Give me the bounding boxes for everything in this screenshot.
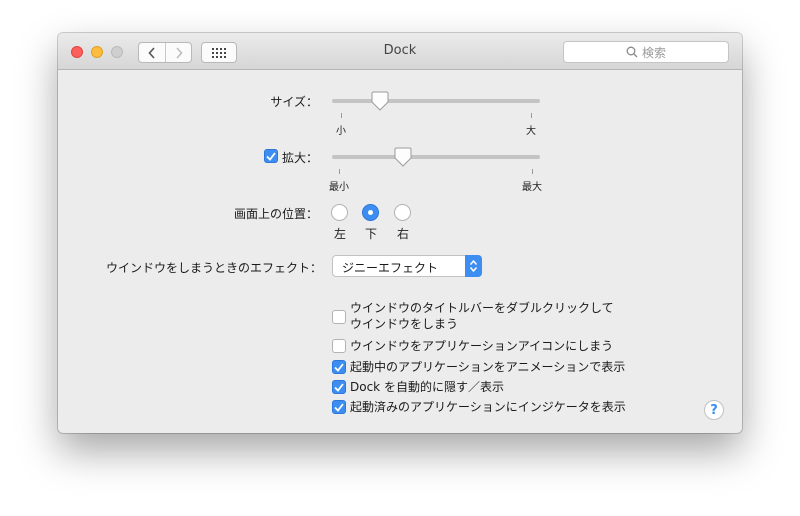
magnification-max-tick [532, 169, 533, 174]
size-min-label: 小 [336, 126, 346, 137]
search-placeholder: 検索 [641, 45, 666, 60]
popup-arrows-icon [465, 255, 482, 277]
minimize-effect-value: ジニーエフェクト [342, 261, 439, 275]
help-button[interactable]: ? [704, 400, 724, 420]
checkmark-icon [334, 382, 344, 392]
search-icon [626, 46, 638, 58]
size-min-tick [341, 113, 342, 118]
autohide-dock-checkbox[interactable] [332, 380, 346, 394]
title-bar: Dock 検索 [58, 33, 742, 70]
dock-preferences-window: Dock 検索 サイズ： 小 大 拡大： 最小 最大 画面上の位置： 左 下 右… [58, 33, 742, 433]
position-bottom-radio[interactable] [362, 204, 379, 221]
minimize-into-icon-checkbox[interactable] [332, 339, 346, 353]
minimize-effect-label: ウインドウをしまうときのエフェクト： [105, 261, 322, 275]
minimize-effect-popup[interactable]: ジニーエフェクト [332, 255, 482, 277]
double-click-minimize-label-line1: ウインドウのタイトルバーをダブルクリックして [350, 301, 614, 315]
magnification-slider-track [332, 155, 540, 159]
autohide-dock-label: Dock を自動的に隠す／表示 [350, 380, 504, 394]
position-left-radio[interactable] [331, 204, 348, 221]
position-left-label: 左 [333, 227, 347, 241]
position-right-radio[interactable] [394, 204, 411, 221]
checkmark-icon [266, 151, 276, 161]
double-click-minimize-label: ウインドウのタイトルバーをダブルクリックして ウインドウをしまう [350, 300, 614, 332]
magnification-max-label: 最大 [522, 182, 542, 193]
animate-opening-label: 起動中のアプリケーションをアニメーションで表示 [350, 360, 626, 374]
position-right-label: 右 [396, 227, 410, 241]
search-field[interactable]: 検索 [563, 41, 729, 63]
size-label: サイズ： [270, 95, 318, 109]
position-label: 画面上の位置： [233, 207, 318, 221]
magnification-checkbox[interactable] [264, 149, 278, 163]
magnification-min-label: 最小 [329, 182, 349, 193]
position-bottom-label: 下 [364, 227, 378, 241]
magnification-label: 拡大： [281, 151, 318, 165]
checkmark-icon [334, 362, 344, 372]
show-indicators-checkbox[interactable] [332, 400, 346, 414]
size-max-label: 大 [526, 126, 536, 137]
magnification-slider[interactable] [332, 147, 540, 167]
animate-opening-checkbox[interactable] [332, 360, 346, 374]
magnification-min-tick [339, 169, 340, 174]
show-indicators-label: 起動済みのアプリケーションにインジケータを表示 [350, 400, 626, 414]
checkmark-icon [334, 402, 344, 412]
minimize-into-icon-label: ウインドウをアプリケーションアイコンにしまう [350, 339, 614, 353]
magnification-slider-thumb[interactable] [393, 147, 413, 167]
double-click-minimize-checkbox[interactable] [332, 310, 346, 324]
size-slider-thumb[interactable] [370, 91, 390, 111]
double-click-minimize-label-line2: ウインドウをしまう [350, 317, 459, 331]
size-slider-track [332, 99, 540, 103]
size-slider[interactable] [332, 91, 540, 111]
size-max-tick [531, 113, 532, 118]
